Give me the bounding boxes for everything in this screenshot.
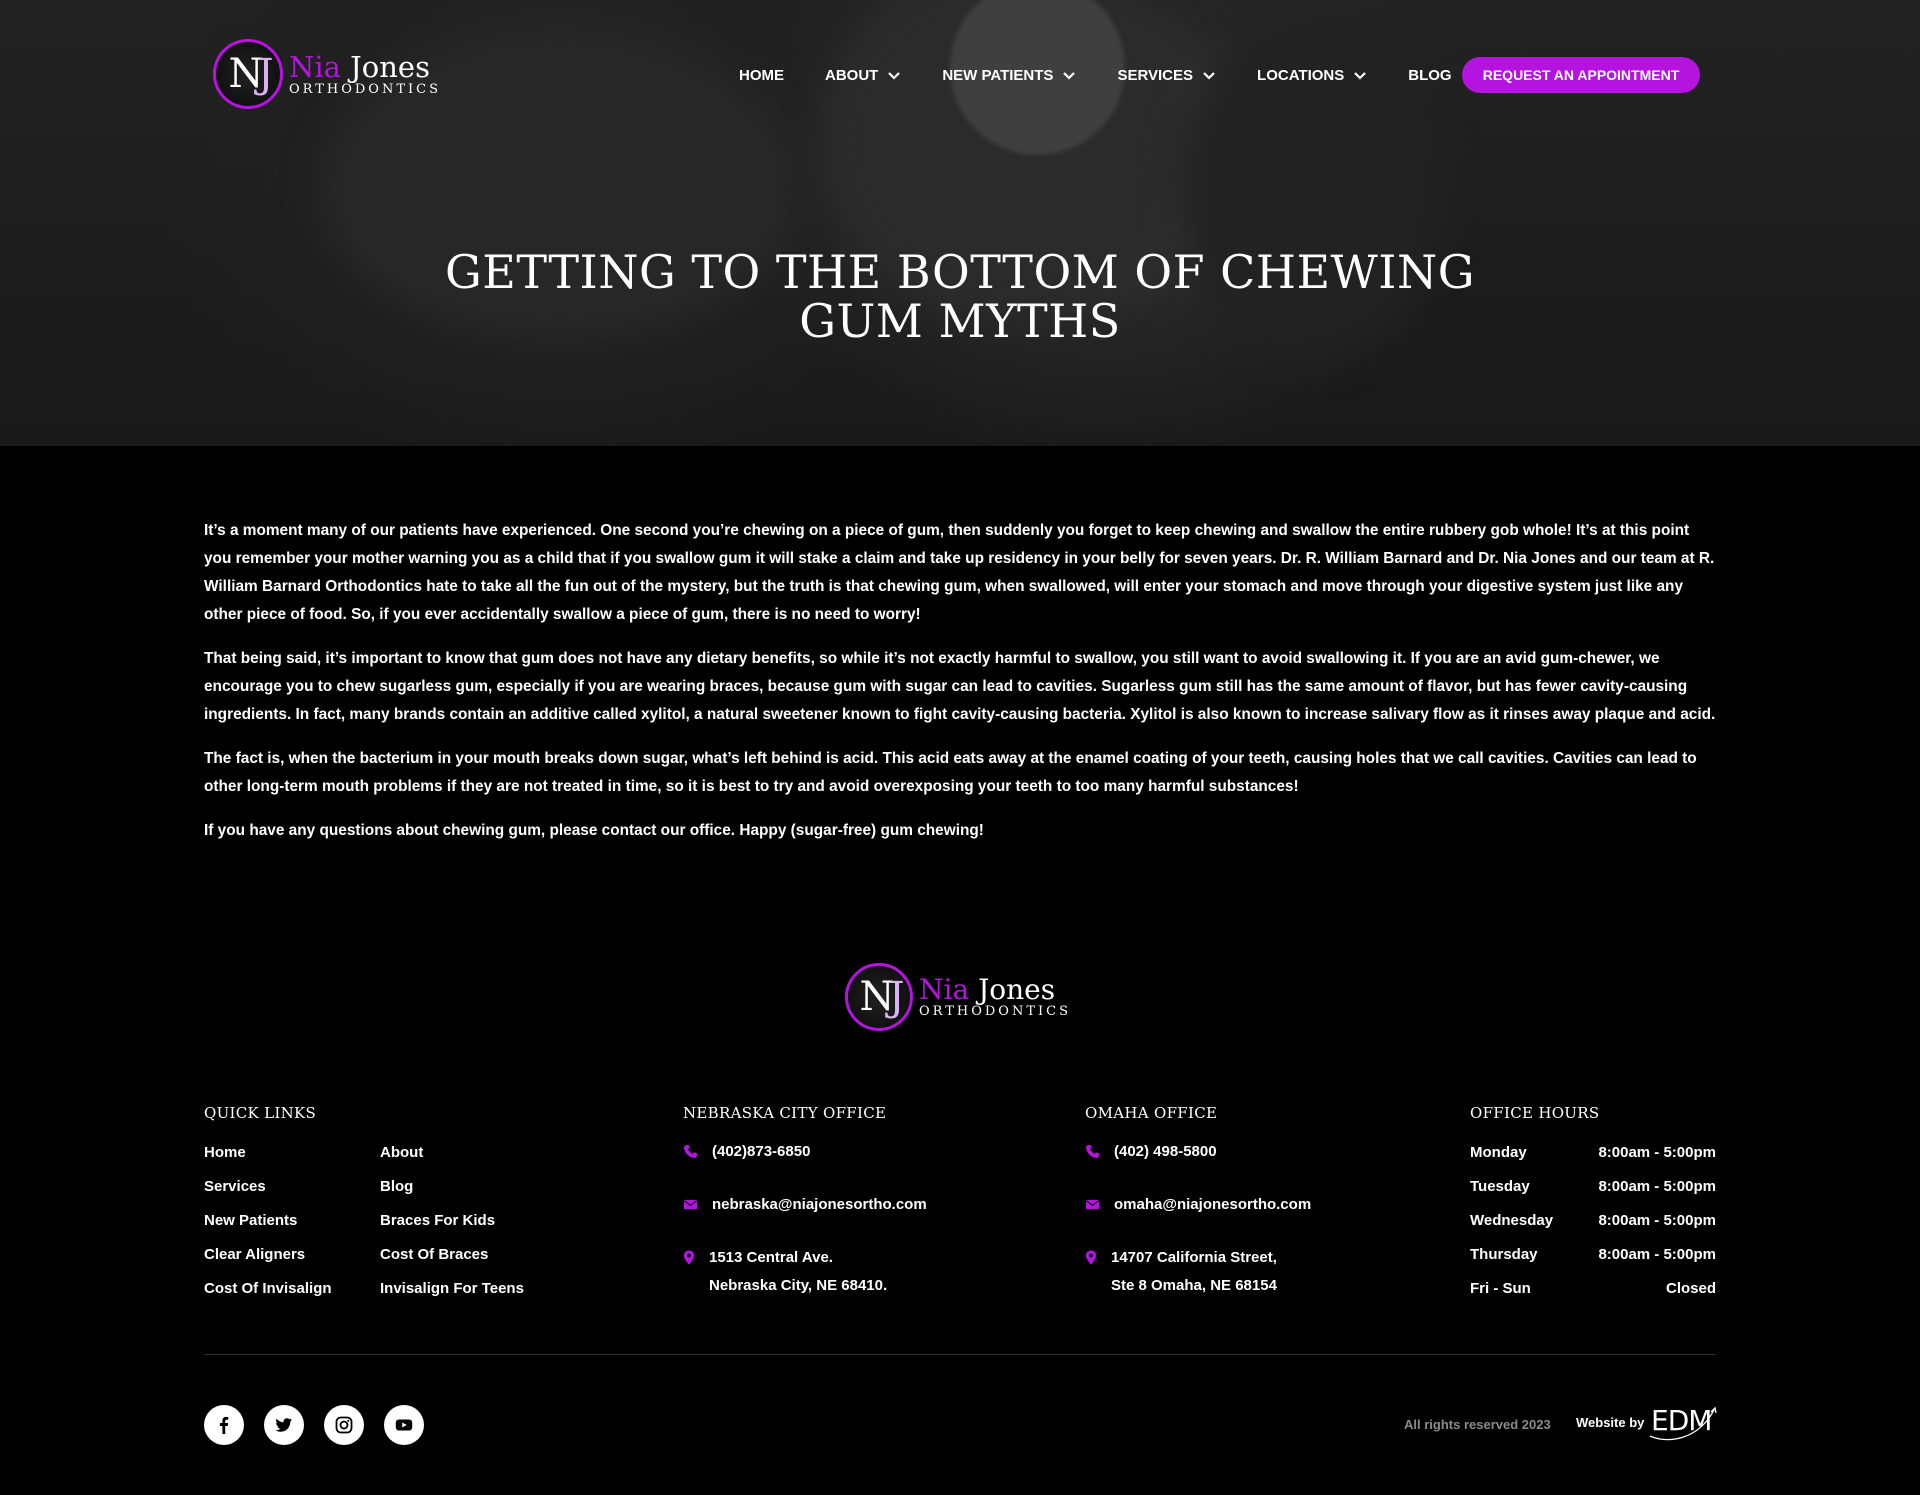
nebraska-email-link[interactable]: nebraska@niajonesortho.com: [683, 1191, 927, 1219]
footer-link-cost-of-braces[interactable]: Cost Of Braces: [380, 1246, 488, 1263]
twitter-icon: [275, 1418, 292, 1432]
instagram-link[interactable]: [324, 1405, 364, 1445]
footer-logo[interactable]: NJ Nia Jones Orthodontics: [845, 963, 1071, 1031]
hours-row: Monday 8:00am - 5:00pm: [1470, 1144, 1716, 1161]
logo-name-first: Nia: [289, 49, 341, 84]
footer-divider: [204, 1354, 1716, 1355]
footer-link-services[interactable]: Services: [204, 1178, 266, 1195]
nav-item-blog[interactable]: BLOG: [1408, 67, 1451, 84]
quick-links-heading: QUICK LINKS: [204, 1104, 317, 1122]
logo-name-last: Jones: [978, 973, 1056, 1006]
footer-link-cost-of-invisalign[interactable]: Cost Of Invisalign: [204, 1280, 332, 1297]
instagram-icon: [335, 1416, 353, 1434]
footer-link-invisalign-for-teens[interactable]: Invisalign For Teens: [380, 1280, 524, 1297]
phone-icon: [1086, 1144, 1100, 1158]
agency-logo-swoosh-icon: [1649, 1406, 1717, 1441]
nav-item-locations[interactable]: LOCATIONS: [1257, 67, 1367, 84]
phone-icon: [684, 1144, 698, 1158]
header-logo[interactable]: NJ Nia Jones Orthodontics: [213, 39, 441, 109]
nebraska-office-heading: NEBRASKA CITY OFFICE: [683, 1104, 887, 1122]
map-pin-icon: [683, 1250, 695, 1265]
hours-row: Tuesday 8:00am - 5:00pm: [1470, 1178, 1716, 1195]
footer-link-clear-aligners[interactable]: Clear Aligners: [204, 1246, 305, 1263]
nebraska-address: 1513 Central Ave. Nebraska City, NE 68410…: [683, 1244, 887, 1300]
logo-wordmark: Nia Jones Orthodontics: [289, 49, 441, 97]
facebook-icon: [219, 1416, 229, 1434]
omaha-office-heading: OMAHA OFFICE: [1085, 1104, 1218, 1122]
hours-row: Thursday 8:00am - 5:00pm: [1470, 1246, 1716, 1263]
article-paragraph: It’s a moment many of our patients have …: [204, 522, 1715, 623]
blog-article: It’s a moment many of our patients have …: [204, 517, 1720, 861]
logo-wordmark: Nia Jones Orthodontics: [919, 973, 1071, 1019]
omaha-address: 14707 California Street, Ste 8 Omaha, NE …: [1085, 1244, 1277, 1300]
youtube-link[interactable]: [384, 1405, 424, 1445]
logo-name-last: Jones: [350, 49, 430, 84]
footer-link-blog[interactable]: Blog: [380, 1178, 413, 1195]
envelope-icon: [683, 1199, 698, 1210]
chevron-down-icon: [1203, 72, 1215, 80]
article-paragraph: The fact is, when the bacterium in your …: [204, 750, 1697, 795]
nav-item-new-patients[interactable]: NEW PATIENTS: [942, 67, 1076, 84]
page-title: Getting to the Bottom of Chewing Gum Myt…: [445, 245, 1475, 348]
article-paragraph: If you have any questions about chewing …: [204, 822, 984, 839]
logo-monogram-icon: NJ: [845, 963, 913, 1031]
nebraska-phone-link[interactable]: (402)873-6850: [683, 1138, 810, 1166]
map-pin-icon: [1085, 1250, 1097, 1265]
footer-link-new-patients[interactable]: New Patients: [204, 1212, 297, 1229]
nav-item-home[interactable]: HOME: [739, 67, 784, 84]
envelope-icon: [1085, 1199, 1100, 1210]
omaha-email-link[interactable]: omaha@niajonesortho.com: [1085, 1191, 1311, 1219]
chevron-down-icon: [888, 72, 901, 80]
logo-monogram-icon: NJ: [213, 39, 283, 109]
twitter-link[interactable]: [264, 1405, 304, 1445]
main-nav: HOME ABOUT NEW PATIENTS SERVICES LOCATIO…: [739, 64, 1493, 86]
hours-row: Wednesday 8:00am - 5:00pm: [1470, 1212, 1716, 1229]
youtube-icon: [395, 1419, 413, 1431]
logo-tagline: Orthodontics: [919, 1004, 1071, 1019]
nav-item-services[interactable]: SERVICES: [1117, 67, 1216, 84]
article-paragraph: That being said, it’s important to know …: [204, 650, 1716, 723]
omaha-phone-link[interactable]: (402) 498-5800: [1085, 1138, 1217, 1166]
hours-row: Fri - Sun Closed: [1470, 1280, 1716, 1297]
request-appointment-button[interactable]: REQUEST AN APPOINTMENT: [1462, 57, 1700, 93]
logo-tagline: Orthodontics: [289, 81, 441, 97]
footer-link-home[interactable]: Home: [204, 1144, 246, 1161]
footer-link-braces-for-kids[interactable]: Braces For Kids: [380, 1212, 495, 1229]
chevron-down-icon: [1354, 72, 1367, 80]
website-by-label: Website by: [1576, 1415, 1645, 1430]
office-hours-heading: OFFICE HOURS: [1470, 1104, 1600, 1122]
nav-item-about[interactable]: ABOUT: [825, 67, 901, 84]
chevron-down-icon: [1063, 72, 1076, 80]
facebook-link[interactable]: [204, 1405, 244, 1445]
footer-link-about[interactable]: About: [380, 1144, 423, 1161]
logo-name-first: Nia: [919, 973, 970, 1006]
copyright-text: All rights reserved 2023: [1404, 1417, 1551, 1432]
